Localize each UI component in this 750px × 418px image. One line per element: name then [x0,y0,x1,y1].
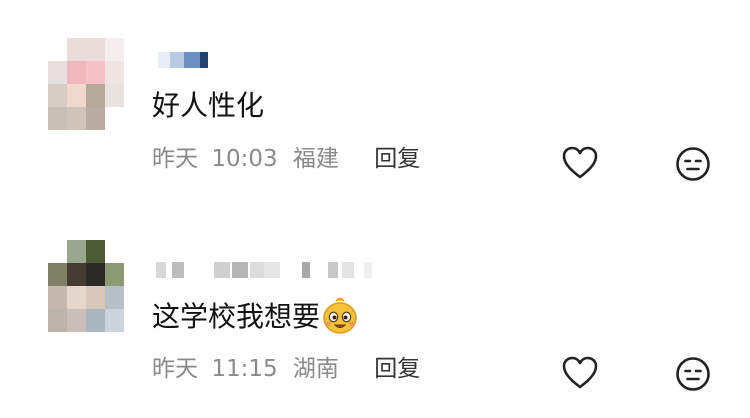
comment-meta: 昨天 10:03 福建 回复 [152,144,420,174]
comment-meta: 昨天 11:15 湖南 回复 [152,354,420,384]
heart-icon[interactable] [562,356,598,390]
comment-text: 这学校我想要 [152,297,358,338]
reply-button[interactable]: 回复 [374,354,420,384]
neutral-face-icon[interactable] [675,146,711,182]
comment-location: 福建 [292,146,339,172]
username-redacted[interactable] [152,262,392,282]
comment-text-content: 这学校我想要 [152,300,321,333]
heart-icon[interactable] [562,146,598,180]
neutral-face-icon[interactable] [675,356,711,392]
grinning-emoji-icon [323,297,357,334]
comment-time: 10:03 [211,146,278,172]
comment-date: 昨天 [152,146,198,172]
comment-item: 这学校我想要 昨天 11:15 湖南 回复 [0,228,750,418]
comment-time: 11:15 [211,356,278,382]
username-redacted[interactable] [152,52,392,72]
comment-text: 好人性化 [152,89,265,122]
comment-date: 昨天 [152,356,198,382]
comment-location: 湖南 [292,356,339,382]
avatar[interactable] [48,240,124,332]
avatar[interactable] [48,38,124,130]
comment-item: 好人性化 昨天 10:03 福建 回复 [0,18,750,208]
reply-button[interactable]: 回复 [374,144,420,174]
